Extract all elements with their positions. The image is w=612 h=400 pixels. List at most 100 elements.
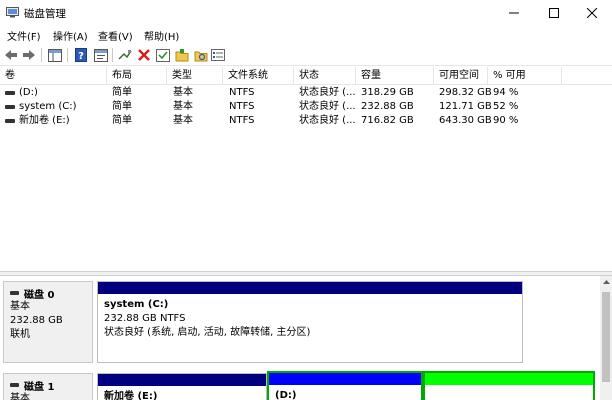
list-icon xyxy=(211,49,225,61)
disk-icon xyxy=(10,291,19,295)
cell-volume: system (C:) xyxy=(19,101,77,112)
partition-type-bar xyxy=(269,373,421,385)
partition-name: (D:) xyxy=(275,390,297,400)
menu-action[interactable]: 操作(A) xyxy=(53,28,88,43)
forward-button[interactable] xyxy=(21,47,37,63)
check-button[interactable] xyxy=(155,47,171,63)
help-icon: ? xyxy=(75,48,87,62)
cell-type: 基本 xyxy=(173,115,193,126)
disk-0-title: 磁盘 0 xyxy=(10,286,86,301)
forward-arrow-icon xyxy=(23,50,35,60)
column-header-layout[interactable]: 布局 xyxy=(107,67,167,85)
back-button[interactable] xyxy=(3,47,19,63)
help-button[interactable]: ? xyxy=(73,47,89,63)
toolbar-separator xyxy=(67,48,68,62)
cell-free-space: 298.32 GB xyxy=(439,87,492,98)
column-header-capacity[interactable]: 容量 xyxy=(356,67,434,85)
delete-button[interactable] xyxy=(136,47,152,63)
cell-volume: (D:) xyxy=(19,87,38,98)
volume-icon xyxy=(5,105,15,109)
folder-icon xyxy=(175,48,189,61)
partition-type-bar xyxy=(98,374,266,386)
cell-capacity: 232.88 GB xyxy=(361,101,414,112)
folder-button[interactable] xyxy=(174,47,190,63)
table-row[interactable]: (D:) 简单 基本 NTFS 状态良好 (... 318.29 GB 298.… xyxy=(0,86,612,100)
menu-help[interactable]: 帮助(H) xyxy=(144,28,179,43)
search-folder-button[interactable] xyxy=(193,47,209,63)
column-header-free-space[interactable]: 可用空间 xyxy=(434,67,488,85)
title-bar: 磁盘管理 xyxy=(0,0,612,25)
volume-list: 卷 布局 类型 文件系统 状态 容量 可用空间 % 可用 (D:) 简单 基本 … xyxy=(0,67,612,271)
menu-view[interactable]: 查看(V) xyxy=(98,28,133,43)
partition-d-details: (D:) xyxy=(275,389,296,400)
graph-vertical-scrollbar[interactable] xyxy=(600,276,612,400)
disk-0-label[interactable]: 磁盘 0 基本 232.88 GB 联机 xyxy=(3,281,93,363)
connect-icon xyxy=(118,50,132,60)
show-hide-console-tree-icon xyxy=(48,48,62,62)
scroll-up-button[interactable] xyxy=(600,276,612,288)
cell-filesystem: NTFS xyxy=(229,101,255,112)
partition-status: 状态良好 (系统, 启动, 活动, 故障转储, 主分区) xyxy=(104,327,311,338)
cell-percent-free: 90 % xyxy=(493,115,519,126)
partition-d[interactable]: (D:) xyxy=(267,371,423,400)
partition-type-bar xyxy=(98,282,522,294)
toolbar-separator xyxy=(41,48,42,62)
table-row[interactable]: 新加卷 (E:) 简单 基本 NTFS 状态良好 (... 716.82 GB … xyxy=(0,114,612,128)
cell-status: 状态良好 (... xyxy=(299,115,356,126)
partition-e[interactable]: 新加卷 (E:) xyxy=(97,373,267,400)
check-icon xyxy=(156,48,170,62)
list-button[interactable] xyxy=(210,47,226,63)
menu-bar: 文件(F) 操作(A) 查看(V) 帮助(H) xyxy=(0,25,612,44)
cell-free-space: 121.71 GB xyxy=(439,101,492,112)
back-arrow-icon xyxy=(5,50,17,60)
svg-text:?: ? xyxy=(78,51,84,62)
scroll-thumb[interactable] xyxy=(602,292,610,382)
cell-capacity: 318.29 GB xyxy=(361,87,414,98)
cell-percent-free: 52 % xyxy=(493,101,519,112)
cell-layout: 简单 xyxy=(112,101,132,112)
disk-1-title: 磁盘 1 xyxy=(10,378,86,393)
maximize-button[interactable] xyxy=(534,0,574,25)
column-header-filesystem[interactable]: 文件系统 xyxy=(223,67,294,85)
column-header-percent-free[interactable]: % 可用 xyxy=(488,67,562,85)
disk-management-app-icon xyxy=(6,7,19,18)
connect-button[interactable] xyxy=(117,47,133,63)
cell-layout: 简单 xyxy=(112,115,132,126)
column-header-status[interactable]: 状态 xyxy=(294,67,356,85)
disk-1-label[interactable]: 磁盘 1 基本 xyxy=(3,373,93,400)
minimize-button[interactable] xyxy=(494,0,534,25)
partition-c-details: system (C:) 232.88 GB NTFS 状态良好 (系统, 启动,… xyxy=(104,298,310,340)
properties-button[interactable] xyxy=(93,47,109,63)
disk-1-name: 磁盘 1 xyxy=(24,381,55,393)
cell-capacity: 716.82 GB xyxy=(361,115,414,126)
cell-layout: 简单 xyxy=(112,87,132,98)
cell-filesystem: NTFS xyxy=(229,87,255,98)
column-header-volume[interactable]: 卷 xyxy=(0,67,107,85)
disk-1-type: 基本 xyxy=(10,393,30,400)
cell-type: 基本 xyxy=(173,87,193,98)
partition-free[interactable] xyxy=(423,371,595,400)
disk-graphical-view: 磁盘 0 基本 232.88 GB 联机 system (C:) 232.88 … xyxy=(0,276,612,400)
column-header-row: 卷 布局 类型 文件系统 状态 容量 可用空间 % 可用 xyxy=(0,67,612,85)
cell-status: 状态良好 (... xyxy=(299,87,356,98)
partition-size: 232.88 GB NTFS xyxy=(104,313,186,324)
volume-icon xyxy=(5,91,15,95)
partition-name: system (C:) xyxy=(104,299,169,310)
disk-0-name: 磁盘 0 xyxy=(24,289,55,301)
scroll-up-arrow-icon xyxy=(602,280,610,284)
properties-icon xyxy=(94,48,108,62)
disk-0-status: 联机 xyxy=(10,329,30,340)
column-header-type[interactable]: 类型 xyxy=(167,67,223,85)
partition-c[interactable]: system (C:) 232.88 GB NTFS 状态良好 (系统, 启动,… xyxy=(97,281,523,363)
minimize-icon xyxy=(509,12,519,13)
partition-type-bar xyxy=(425,373,593,385)
toolbar: ? xyxy=(0,44,612,66)
close-icon xyxy=(587,7,597,18)
show-hide-console-tree-button[interactable] xyxy=(47,47,63,63)
cell-free-space: 643.30 GB xyxy=(439,115,492,126)
menu-file[interactable]: 文件(F) xyxy=(7,28,41,43)
maximize-icon xyxy=(549,7,559,18)
table-row[interactable]: system (C:) 简单 基本 NTFS 状态良好 (... 232.88 … xyxy=(0,100,612,114)
partition-e-details: 新加卷 (E:) xyxy=(104,390,157,400)
close-button[interactable] xyxy=(572,0,612,25)
